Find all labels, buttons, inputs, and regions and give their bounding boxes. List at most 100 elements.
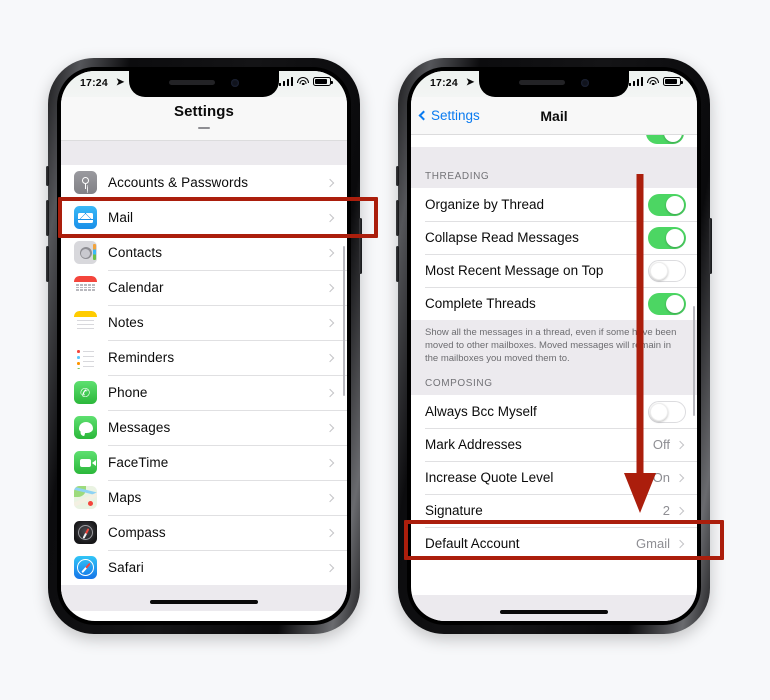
sidebar-item-compass[interactable]: Compass bbox=[61, 515, 347, 550]
front-camera-icon bbox=[231, 78, 239, 87]
volume-down-button[interactable] bbox=[46, 246, 49, 282]
sidebar-item-phone[interactable]: ✆ Phone bbox=[61, 375, 347, 410]
sidebar-item-safari[interactable]: Safari bbox=[61, 550, 347, 585]
cellular-bars-icon bbox=[278, 77, 293, 86]
row-value: Gmail bbox=[636, 536, 670, 551]
row-signature[interactable]: Signature 2 bbox=[411, 494, 697, 527]
volume-down-button[interactable] bbox=[396, 246, 399, 282]
power-button[interactable] bbox=[709, 218, 712, 274]
row-complete-threads[interactable]: Complete Threads bbox=[411, 287, 697, 320]
section-header-threading: THREADING bbox=[411, 167, 697, 188]
row-label: Always Bcc Myself bbox=[425, 404, 537, 419]
sidebar-item-facetime[interactable]: FaceTime bbox=[61, 445, 347, 480]
row-collapse-read-messages[interactable]: Collapse Read Messages bbox=[411, 221, 697, 254]
contacts-icon bbox=[74, 241, 97, 264]
sidebar-item-mail[interactable]: Mail bbox=[61, 200, 347, 235]
row-mark-addresses[interactable]: Mark Addresses Off bbox=[411, 428, 697, 461]
mute-switch[interactable] bbox=[396, 166, 399, 186]
list-item-label: Compass bbox=[108, 525, 166, 540]
back-button[interactable]: Settings bbox=[411, 108, 480, 123]
home-indicator-area bbox=[411, 595, 697, 621]
status-time: 17:24 bbox=[80, 77, 108, 89]
row-value: 2 bbox=[662, 503, 670, 518]
list-item-label: Maps bbox=[108, 490, 142, 505]
location-arrow-icon: ➤ bbox=[466, 77, 475, 88]
chevron-right-icon bbox=[325, 528, 335, 537]
home-indicator[interactable] bbox=[500, 610, 608, 614]
toggle-most-recent-message-on-top[interactable] bbox=[648, 259, 686, 282]
key-icon bbox=[74, 171, 97, 194]
status-time: 17:24 bbox=[430, 77, 458, 89]
sidebar-item-messages[interactable]: Messages bbox=[61, 410, 347, 445]
section-header-composing: COMPOSING bbox=[411, 374, 697, 395]
screenshot-stage: 17:24 ➤ Settings Accounts & Passwords Ma… bbox=[0, 0, 770, 700]
chevron-right-icon bbox=[325, 458, 335, 467]
toggle-always-bcc-myself[interactable] bbox=[648, 400, 686, 423]
scroll-indicator[interactable] bbox=[342, 246, 345, 396]
row-most-recent-message-on-top[interactable]: Most Recent Message on Top bbox=[411, 254, 697, 287]
messages-icon bbox=[74, 416, 97, 439]
chevron-right-icon bbox=[325, 493, 335, 502]
left-phone-mockup: 17:24 ➤ Settings Accounts & Passwords Ma… bbox=[46, 58, 362, 634]
earpiece-speaker bbox=[519, 80, 565, 85]
sidebar-item-notes[interactable]: Notes bbox=[61, 305, 347, 340]
list-item-label: Safari bbox=[108, 560, 144, 575]
home-indicator-area bbox=[61, 585, 347, 611]
row-value: Off bbox=[652, 437, 670, 452]
chevron-right-icon bbox=[675, 440, 685, 449]
list-group-gap bbox=[61, 141, 347, 165]
calendar-icon bbox=[74, 276, 97, 299]
chevron-right-icon bbox=[325, 318, 335, 327]
chevron-right-icon bbox=[675, 473, 685, 482]
scroll-indicator[interactable] bbox=[692, 306, 695, 416]
mute-switch[interactable] bbox=[46, 166, 49, 186]
row-label: Complete Threads bbox=[425, 296, 536, 311]
safari-icon bbox=[74, 556, 97, 579]
search-bar-stub[interactable] bbox=[198, 127, 210, 129]
chevron-right-icon bbox=[325, 563, 335, 572]
chevron-right-icon bbox=[325, 283, 335, 292]
toggle-partial[interactable] bbox=[646, 135, 684, 147]
chevron-right-icon bbox=[325, 213, 335, 222]
left-phone-screen: 17:24 ➤ Settings Accounts & Passwords Ma… bbox=[61, 71, 347, 621]
list-item-label: Notes bbox=[108, 315, 144, 330]
sidebar-item-reminders[interactable]: Reminders bbox=[61, 340, 347, 375]
chevron-right-icon bbox=[675, 539, 685, 548]
row-increase-quote-level[interactable]: Increase Quote Level On bbox=[411, 461, 697, 494]
chevron-left-icon bbox=[418, 110, 429, 121]
right-phone-mockup: 17:24 ➤ Settings Mail THREADING Organize… bbox=[396, 58, 712, 634]
row-label: Mark Addresses bbox=[425, 437, 522, 452]
location-arrow-icon: ➤ bbox=[116, 77, 125, 88]
row-label: Organize by Thread bbox=[425, 197, 545, 212]
phone-icon: ✆ bbox=[74, 381, 97, 404]
battery-icon bbox=[663, 77, 683, 86]
toggle-complete-threads[interactable] bbox=[648, 292, 686, 315]
chevron-right-icon bbox=[325, 423, 335, 432]
right-phone-screen: 17:24 ➤ Settings Mail THREADING Organize… bbox=[411, 71, 697, 621]
settings-list: Accounts & Passwords Mail Contacts Calen… bbox=[61, 165, 347, 585]
toggle-organize-by-thread[interactable] bbox=[648, 193, 686, 216]
volume-up-button[interactable] bbox=[46, 200, 49, 236]
threading-footnote: Show all the messages in a thread, even … bbox=[411, 320, 697, 374]
row-label: Signature bbox=[425, 503, 483, 518]
row-default-account[interactable]: Default Account Gmail bbox=[411, 527, 697, 560]
compass-icon bbox=[74, 521, 97, 544]
page-title: Settings bbox=[174, 103, 234, 120]
row-always-bcc-myself[interactable]: Always Bcc Myself bbox=[411, 395, 697, 428]
notes-icon bbox=[74, 311, 97, 334]
list-item-label: Reminders bbox=[108, 350, 175, 365]
sidebar-item-accounts-passwords[interactable]: Accounts & Passwords bbox=[61, 165, 347, 200]
power-button[interactable] bbox=[359, 218, 362, 274]
sidebar-item-contacts[interactable]: Contacts bbox=[61, 235, 347, 270]
sidebar-item-maps[interactable]: Maps bbox=[61, 480, 347, 515]
left-nav-bar: Settings bbox=[61, 97, 347, 141]
row-organize-by-thread[interactable]: Organize by Thread bbox=[411, 188, 697, 221]
facetime-icon bbox=[74, 451, 97, 474]
sidebar-item-calendar[interactable]: Calendar bbox=[61, 270, 347, 305]
toggle-collapse-read-messages[interactable] bbox=[648, 226, 686, 249]
list-item-label: Mail bbox=[108, 210, 134, 225]
chevron-right-icon bbox=[325, 248, 335, 257]
home-indicator[interactable] bbox=[150, 600, 258, 604]
row-label: Most Recent Message on Top bbox=[425, 263, 604, 278]
volume-up-button[interactable] bbox=[396, 200, 399, 236]
